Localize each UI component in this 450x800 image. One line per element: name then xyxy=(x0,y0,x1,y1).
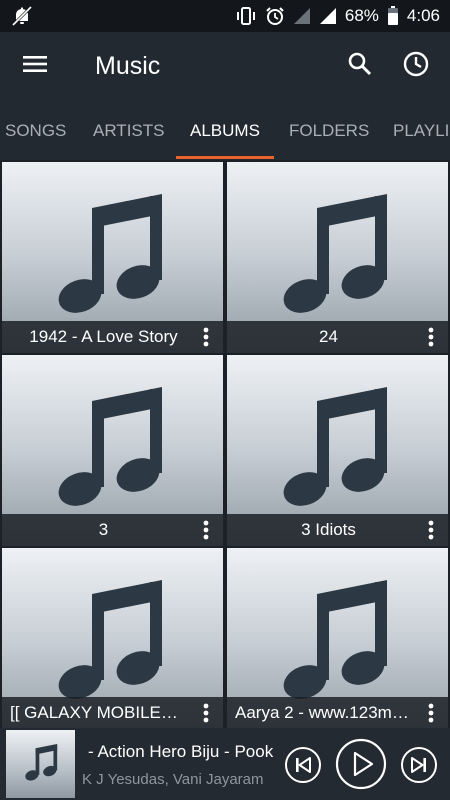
previous-button[interactable] xyxy=(284,746,322,784)
more-vert-icon xyxy=(203,327,209,347)
tab-playlists[interactable]: PLAYLISTS xyxy=(393,100,450,160)
album-caption: Aarya 2 - www.123mu... xyxy=(227,697,448,728)
menu-button[interactable] xyxy=(0,32,70,100)
now-playing-track[interactable]: - Action Hero Biju - Pook xyxy=(88,742,278,762)
clock-time: 4:06 xyxy=(406,6,440,25)
more-vert-icon xyxy=(428,703,434,723)
vibrate-icon xyxy=(235,6,257,26)
now-playing-artwork[interactable] xyxy=(6,730,75,798)
more-options-button[interactable] xyxy=(414,514,448,546)
album-caption: 3 xyxy=(2,514,223,546)
album-caption: 3 Idiots xyxy=(227,514,448,546)
music-note-icon xyxy=(24,744,57,781)
search-button[interactable] xyxy=(332,32,388,100)
now-playing-artist: K J Yesudas, Vani Jayaram xyxy=(82,771,264,788)
next-button[interactable] xyxy=(400,746,438,784)
tab-folders[interactable]: FOLDERS xyxy=(289,100,369,160)
alarm-icon xyxy=(265,6,285,26)
album-caption: 24 xyxy=(227,321,448,353)
now-playing-bar[interactable]: - Action Hero Biju - Pook K J Yesudas, V… xyxy=(0,728,450,800)
battery-percent: 68% xyxy=(344,6,379,25)
album-title: 24 xyxy=(319,327,338,346)
more-options-button[interactable] xyxy=(414,697,448,728)
menu-icon xyxy=(22,54,48,79)
next-icon xyxy=(401,747,437,783)
active-tab-indicator xyxy=(176,156,274,159)
tab-songs[interactable]: SONGS xyxy=(5,100,66,160)
album-card[interactable]: 24 xyxy=(227,162,448,353)
battery-icon xyxy=(387,6,399,26)
album-card[interactable]: 3 xyxy=(2,355,223,546)
tab-artists[interactable]: ARTISTS xyxy=(93,100,164,160)
album-title: Aarya 2 - www.123mu... xyxy=(235,703,414,722)
more-options-button[interactable] xyxy=(189,514,223,546)
music-note-icon xyxy=(58,194,162,313)
more-options-button[interactable] xyxy=(189,321,223,353)
tab-albums[interactable]: ALBUMS xyxy=(190,100,260,160)
album-title: 1942 - A Love Story xyxy=(29,327,178,346)
signal-icon xyxy=(319,7,337,25)
muted-notification-icon xyxy=(10,5,34,27)
music-note-icon xyxy=(58,387,162,506)
status-bar: 68% 4:06 xyxy=(0,0,450,32)
album-title: 3 Idiots xyxy=(301,520,356,539)
album-card[interactable]: 1942 - A Love Story xyxy=(2,162,223,353)
music-note-icon xyxy=(283,580,387,699)
app-bar: Music xyxy=(0,32,450,100)
more-vert-icon xyxy=(428,327,434,347)
music-note-icon xyxy=(283,387,387,506)
category-tabs: SONGS ARTISTS ALBUMS FOLDERS PLAYLISTS xyxy=(0,100,450,160)
play-icon xyxy=(335,738,387,790)
album-caption: 1942 - A Love Story xyxy=(2,321,223,353)
more-options-button[interactable] xyxy=(414,321,448,353)
album-grid: 1942 - A Love Story 24 3 3 Idiots [[GAL… xyxy=(0,160,450,728)
more-vert-icon xyxy=(203,703,209,723)
history-icon xyxy=(402,50,430,83)
search-icon xyxy=(347,51,373,82)
album-caption: [[ GALAXY MOBILES S... xyxy=(2,697,223,728)
history-button[interactable] xyxy=(388,32,444,100)
album-title: [[ GALAXY MOBILES S... xyxy=(10,703,189,722)
album-title: 3 xyxy=(98,520,109,539)
more-vert-icon xyxy=(428,520,434,540)
album-card[interactable]: [[ GALAXY MOBILES S... xyxy=(2,548,223,728)
page-title: Music xyxy=(95,51,161,80)
signal-icon xyxy=(293,7,311,25)
album-card[interactable]: 3 Idiots xyxy=(227,355,448,546)
music-note-icon xyxy=(58,580,162,699)
previous-icon xyxy=(285,747,321,783)
music-note-icon xyxy=(283,194,387,313)
more-vert-icon xyxy=(203,520,209,540)
album-card[interactable]: Aarya 2 - www.123mu... xyxy=(227,548,448,728)
more-options-button[interactable] xyxy=(189,697,223,728)
play-button[interactable] xyxy=(335,738,387,790)
